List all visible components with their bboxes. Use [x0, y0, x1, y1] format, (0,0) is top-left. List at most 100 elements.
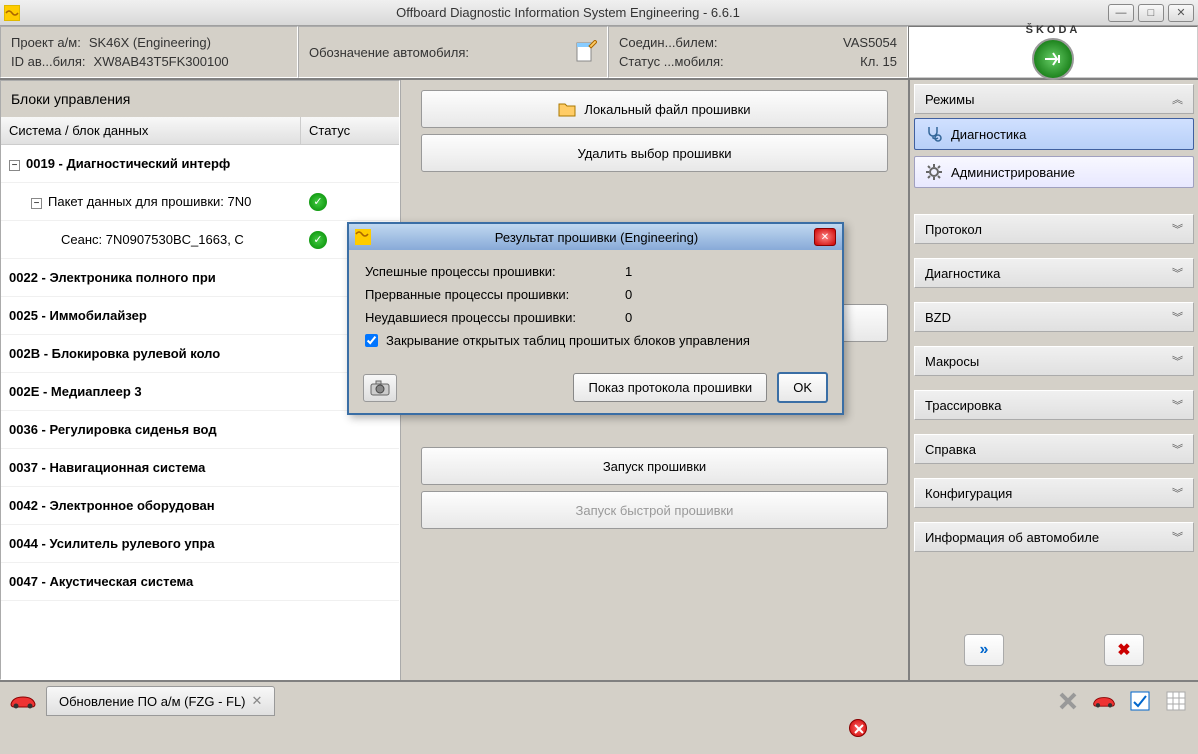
tree-body[interactable]: −0019 - Диагностический интерф−Пакет дан…: [1, 145, 399, 679]
tree-cell-label: 0042 - Электронное оборудован: [1, 494, 301, 517]
modes-header[interactable]: Режимы ︽: [914, 84, 1194, 114]
chevron-down-icon: ︾: [1172, 221, 1183, 237]
tree-row[interactable]: 0025 - Иммобилайзер: [1, 297, 399, 335]
start-quick-flash-button[interactable]: Запуск быстрой прошивки: [421, 491, 888, 529]
bottom-bar: Обновление ПО а/м (FZG - FL) ✕: [0, 680, 1198, 720]
dialog-app-icon: [355, 229, 371, 245]
grid-icon[interactable]: [1162, 687, 1190, 715]
section-header[interactable]: Макросы ︾: [914, 346, 1194, 376]
tree-cell-status: [301, 540, 399, 548]
cancel-button[interactable]: ✖: [1104, 634, 1144, 666]
dialog-close-button[interactable]: ✕: [814, 228, 836, 246]
designation-cell: Обозначение автомобиля:: [298, 26, 608, 78]
section-header[interactable]: Информация об автомобиле︾: [914, 522, 1194, 552]
tree-row[interactable]: 002B - Блокировка рулевой коло: [1, 335, 399, 373]
tree-cell-status: [301, 578, 399, 586]
mode-diagnostics[interactable]: Диагностика: [914, 118, 1194, 150]
titlebar: Offboard Diagnostic Information System E…: [0, 0, 1198, 26]
tree-row[interactable]: 0022 - Электроника полного при: [1, 259, 399, 297]
car-icon[interactable]: [8, 692, 38, 710]
tab-close-icon[interactable]: ✕: [252, 693, 263, 709]
section-label: Диагностика: [925, 266, 1000, 281]
tree-cell-label: 0044 - Усилитель рулевого упра: [1, 532, 301, 555]
minimize-button[interactable]: —: [1108, 4, 1134, 22]
forward-button[interactable]: »: [964, 634, 1004, 666]
tree-row[interactable]: −Пакет данных для прошивки: 7N0✓: [1, 183, 399, 221]
tree-row[interactable]: 0044 - Усилитель рулевого упра: [1, 525, 399, 563]
close-tables-checkbox[interactable]: [365, 334, 378, 347]
tree-row[interactable]: −0019 - Диагностический интерф: [1, 145, 399, 183]
checklist-icon[interactable]: [1126, 687, 1154, 715]
section-header[interactable]: Диагностика︾: [914, 258, 1194, 288]
control-units-title: Блоки управления: [1, 81, 399, 117]
status-ok-icon: ✓: [309, 231, 327, 249]
control-units-panel: Блоки управления Система / блок данных С…: [0, 80, 400, 680]
ok-button[interactable]: OK: [777, 372, 828, 403]
car-status-icon[interactable]: [1090, 687, 1118, 715]
tree-row[interactable]: 0037 - Навигационная система: [1, 449, 399, 487]
section-label: BZD: [925, 310, 951, 325]
tree-cell-status: [301, 464, 399, 472]
tree-expander-icon[interactable]: −: [9, 160, 20, 171]
tree-row[interactable]: 0042 - Электронное оборудован: [1, 487, 399, 525]
chevron-down-icon: ︾: [1172, 353, 1183, 369]
delete-icon[interactable]: [1054, 687, 1082, 715]
dialog-body: Успешные процессы прошивки:1 Прерванные …: [349, 250, 842, 362]
chevron-down-icon: ︾: [1172, 529, 1183, 545]
section-label: Конфигурация: [925, 486, 1012, 501]
section-label: Макросы: [925, 354, 979, 369]
modes-header-label: Режимы: [925, 92, 974, 107]
tree-row[interactable]: 0036 - Регулировка сиденья вод: [1, 411, 399, 449]
mode-diagnostics-label: Диагностика: [951, 127, 1026, 142]
close-button[interactable]: ✕: [1168, 4, 1194, 22]
tree-expander-icon[interactable]: −: [31, 198, 42, 209]
bottom-tab-label: Обновление ПО а/м (FZG - FL): [59, 694, 246, 709]
tree-row[interactable]: 0047 - Акустическая система: [1, 563, 399, 601]
section-header[interactable]: BZD ︾: [914, 302, 1194, 332]
bottom-tab[interactable]: Обновление ПО а/м (FZG - FL) ✕: [46, 686, 275, 716]
section-label: Справка: [925, 442, 976, 457]
connection-cell: Соедин...билем:VAS5054 Статус ...мобиля:…: [608, 26, 908, 78]
project-label: Проект а/м:: [11, 35, 81, 50]
chevron-down-icon: ︾: [1172, 441, 1183, 457]
section-header[interactable]: Трассировка︾: [914, 390, 1194, 420]
flash-result-dialog: Результат прошивки (Engineering) ✕ Успеш…: [347, 222, 844, 415]
section-header[interactable]: Протокол︾: [914, 214, 1194, 244]
col-system[interactable]: Система / блок данных: [1, 117, 301, 144]
mode-administration[interactable]: Администрирование: [914, 156, 1194, 188]
section-header[interactable]: Справка ︾: [914, 434, 1194, 464]
tree-row[interactable]: 002E - Медиаплеер 3: [1, 373, 399, 411]
camera-icon: [370, 380, 390, 396]
chevron-down-icon: ︾: [1172, 309, 1183, 325]
stethoscope-icon: [925, 125, 943, 143]
aborted-label: Прерванные процессы прошивки:: [365, 287, 625, 302]
delete-firmware-selection-button[interactable]: Удалить выбор прошивки: [421, 134, 888, 172]
right-pane: Режимы ︽ Диагностика Администрирование П…: [908, 80, 1198, 680]
start-flash-button[interactable]: Запуск прошивки: [421, 447, 888, 485]
section-header[interactable]: Конфигурация︾: [914, 478, 1194, 508]
tree-cell-status: [301, 426, 399, 434]
project-value: SK46X (Engineering): [89, 35, 211, 50]
screenshot-button[interactable]: [363, 374, 397, 402]
status-value: Кл. 15: [860, 54, 897, 69]
notepad-icon[interactable]: [573, 40, 597, 64]
failed-value: 0: [625, 310, 632, 325]
maximize-button[interactable]: □: [1138, 4, 1164, 22]
chevron-down-icon: ︾: [1172, 397, 1183, 413]
tree-cell-label: 0047 - Акустическая система: [1, 570, 301, 593]
brand-cell: ŠKODA: [908, 26, 1198, 78]
local-firmware-file-button[interactable]: Локальный файл прошивки: [421, 90, 888, 128]
show-flash-protocol-button[interactable]: Показ протокола прошивки: [573, 373, 767, 402]
tree-cell-label: 0037 - Навигационная система: [1, 456, 301, 479]
forward-icon: »: [980, 641, 989, 659]
conn-label: Соедин...билем:: [619, 35, 718, 50]
designation-label: Обозначение автомобиля:: [309, 45, 469, 60]
error-indicator-icon[interactable]: [849, 719, 867, 737]
tree-row[interactable]: Сеанс: 7N0907530BC_1663, С✓: [1, 221, 399, 259]
tree-header: Система / блок данных Статус: [1, 117, 399, 145]
dialog-titlebar[interactable]: Результат прошивки (Engineering) ✕: [349, 224, 842, 250]
gear-icon: [925, 163, 943, 181]
start-flash-label: Запуск прошивки: [603, 459, 706, 474]
col-status[interactable]: Статус: [301, 117, 399, 144]
skoda-emblem-icon: [1032, 38, 1074, 80]
